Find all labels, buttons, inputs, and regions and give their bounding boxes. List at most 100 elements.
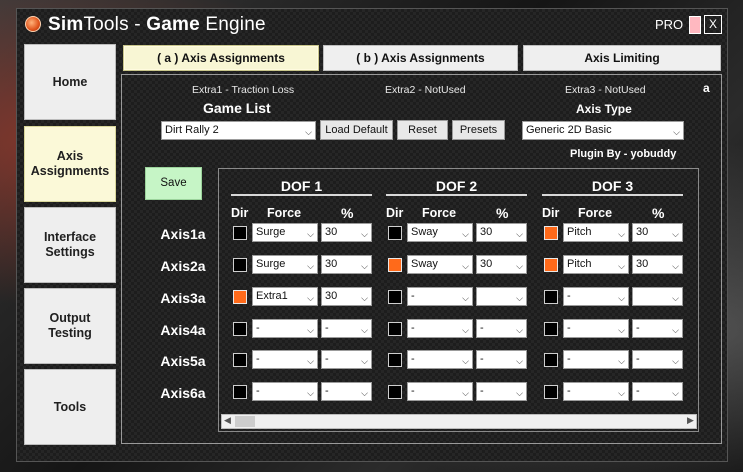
direction-checkbox[interactable] xyxy=(233,322,247,336)
direction-checkbox[interactable] xyxy=(544,322,558,336)
percent-select[interactable]: 30 ⌵ xyxy=(632,255,683,274)
force-select[interactable]: Sway ⌵ xyxy=(407,223,473,242)
dof-title: DOF 1 xyxy=(280,178,323,194)
force-select[interactable]: Pitch ⌵ xyxy=(563,223,629,242)
direction-checkbox[interactable] xyxy=(388,226,402,240)
window-title: SimTools - Game Engine xyxy=(48,14,266,35)
load-default-button[interactable]: Load Default xyxy=(320,120,393,140)
dir-column-header: Dir xyxy=(386,206,404,220)
chevron-down-icon: ⌵ xyxy=(462,261,469,271)
force-select[interactable]: - ⌵ xyxy=(252,382,318,401)
percent-select[interactable]: - ⌵ xyxy=(321,350,372,369)
close-button[interactable]: X xyxy=(704,15,722,34)
force-select[interactable]: - ⌵ xyxy=(563,350,629,369)
percent-select[interactable]: 30 ⌵ xyxy=(476,223,527,242)
axis-label: Axis5a xyxy=(160,353,206,369)
percent-select[interactable]: - ⌵ xyxy=(321,319,372,338)
direction-checkbox[interactable] xyxy=(233,290,247,304)
force-select[interactable]: - ⌵ xyxy=(407,287,473,306)
direction-checkbox[interactable] xyxy=(233,226,247,240)
percent-column-header: % xyxy=(652,205,665,221)
nav-interface-settings-button[interactable]: Interface Settings xyxy=(24,207,116,283)
pro-indicator[interactable] xyxy=(689,16,701,34)
direction-checkbox[interactable] xyxy=(544,353,558,367)
nav-interface-settings-label: Interface Settings xyxy=(43,230,97,259)
arrow-left-icon[interactable]: ◀ xyxy=(224,415,231,426)
extra3-label: Extra3 - NotUsed xyxy=(565,84,646,96)
percent-select[interactable]: 30 ⌵ xyxy=(321,255,372,274)
chevron-down-icon: ⌵ xyxy=(462,293,469,303)
tab-axis-limiting[interactable]: Axis Limiting xyxy=(523,45,721,71)
chevron-down-icon: ⌵ xyxy=(618,293,625,303)
percent-select[interactable]: - ⌵ xyxy=(632,350,683,369)
force-select[interactable]: - ⌵ xyxy=(407,382,473,401)
percent-select[interactable]: - ⌵ xyxy=(476,319,527,338)
force-select[interactable]: - ⌵ xyxy=(407,319,473,338)
game-list-select[interactable]: Dirt Rally 2 ⌵ xyxy=(161,121,316,140)
direction-checkbox[interactable] xyxy=(544,226,558,240)
percent-select[interactable]: 30 ⌵ xyxy=(321,223,372,242)
direction-checkbox[interactable] xyxy=(233,258,247,272)
chevron-down-icon: ⌵ xyxy=(673,127,680,137)
chevron-down-icon: ⌵ xyxy=(307,229,314,239)
force-select[interactable]: - ⌵ xyxy=(407,350,473,369)
percent-select[interactable]: 30 ⌵ xyxy=(476,255,527,274)
direction-checkbox[interactable] xyxy=(544,290,558,304)
chevron-down-icon: ⌵ xyxy=(361,293,368,303)
nav-home-label: Home xyxy=(52,74,88,89)
direction-checkbox[interactable] xyxy=(233,385,247,399)
horizontal-scrollbar[interactable] xyxy=(221,414,697,429)
nav-home-button[interactable]: Home xyxy=(24,44,116,120)
percent-select[interactable]: - ⌵ xyxy=(632,319,683,338)
force-select[interactable]: - ⌵ xyxy=(563,382,629,401)
percent-select[interactable]: ⌵ xyxy=(632,287,683,306)
direction-checkbox[interactable] xyxy=(233,353,247,367)
nav-tools-button[interactable]: Tools xyxy=(24,369,116,445)
force-select[interactable]: - ⌵ xyxy=(563,287,629,306)
pro-label: PRO xyxy=(655,17,684,32)
force-select[interactable]: Sway ⌵ xyxy=(407,255,473,274)
force-select[interactable]: Surge ⌵ xyxy=(252,255,318,274)
axis-type-heading: Axis Type xyxy=(576,102,632,116)
direction-checkbox[interactable] xyxy=(388,322,402,336)
direction-checkbox[interactable] xyxy=(544,385,558,399)
percent-select[interactable]: 30 ⌵ xyxy=(632,223,683,242)
force-select[interactable]: - ⌵ xyxy=(252,319,318,338)
simtools-logo-icon xyxy=(25,16,41,32)
chevron-down-icon: ⌵ xyxy=(672,261,679,271)
axis-type-select[interactable]: Generic 2D Basic ⌵ xyxy=(522,121,684,140)
chevron-down-icon: ⌵ xyxy=(672,229,679,239)
force-select[interactable]: Surge ⌵ xyxy=(252,223,318,242)
percent-select[interactable]: - ⌵ xyxy=(476,382,527,401)
force-select[interactable]: Extra1 ⌵ xyxy=(252,287,318,306)
chevron-down-icon: ⌵ xyxy=(462,229,469,239)
game-list-heading: Game List xyxy=(203,100,271,116)
direction-checkbox[interactable] xyxy=(388,258,402,272)
percent-select[interactable]: 30 ⌵ xyxy=(321,287,372,306)
nav-axis-assignments-button[interactable]: Axis Assignments xyxy=(24,126,116,202)
direction-checkbox[interactable] xyxy=(388,385,402,399)
save-button[interactable]: Save xyxy=(145,167,202,200)
tab-axis-assignments-b[interactable]: ( b ) Axis Assignments xyxy=(323,45,518,71)
direction-checkbox[interactable] xyxy=(544,258,558,272)
force-select[interactable]: - ⌵ xyxy=(252,350,318,369)
percent-select[interactable]: ⌵ xyxy=(476,287,527,306)
percent-select[interactable]: - ⌵ xyxy=(321,382,372,401)
force-select[interactable]: - ⌵ xyxy=(563,319,629,338)
force-select[interactable]: Pitch ⌵ xyxy=(563,255,629,274)
direction-checkbox[interactable] xyxy=(388,353,402,367)
direction-checkbox[interactable] xyxy=(388,290,402,304)
chevron-down-icon: ⌵ xyxy=(462,325,469,335)
chevron-down-icon: ⌵ xyxy=(462,388,469,398)
reset-button[interactable]: Reset xyxy=(397,120,448,140)
percent-select[interactable]: - ⌵ xyxy=(632,382,683,401)
presets-button[interactable]: Presets xyxy=(452,120,505,140)
chevron-down-icon: ⌵ xyxy=(361,356,368,366)
scrollbar-thumb[interactable] xyxy=(235,416,255,427)
nav-output-testing-button[interactable]: Output Testing xyxy=(24,288,116,364)
tab-axis-assignments-a[interactable]: ( a ) Axis Assignments xyxy=(123,45,319,71)
dof-underline xyxy=(542,194,683,196)
arrow-right-icon[interactable]: ▶ xyxy=(687,415,694,426)
percent-select[interactable]: - ⌵ xyxy=(476,350,527,369)
percent-column-header: % xyxy=(341,205,354,221)
